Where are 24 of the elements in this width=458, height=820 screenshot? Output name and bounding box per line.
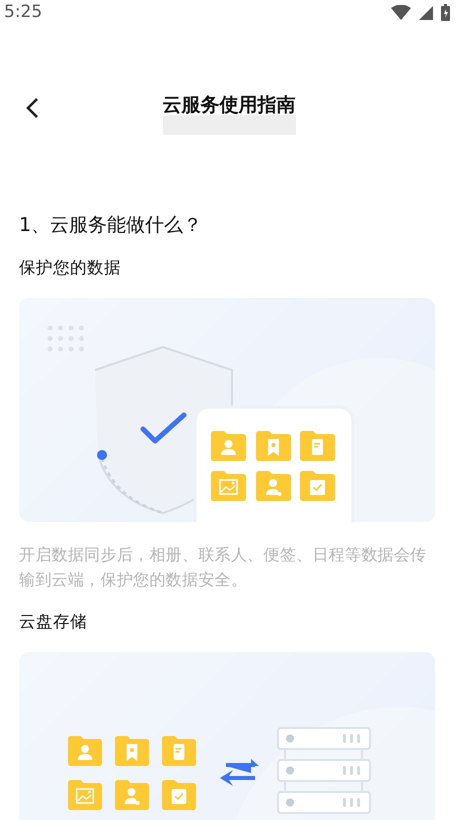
folder-icon: [115, 736, 149, 766]
folder-icon: [256, 471, 291, 501]
status-time: 5:25: [4, 0, 42, 24]
feature-description: 开启数据同步后，相册、联系人、便签、日程等数据会传输到云端，保护您的数据安全。: [19, 544, 428, 591]
checkmark-icon: [140, 412, 186, 444]
wifi-icon: [391, 5, 411, 20]
sync-arrows-icon: [220, 759, 259, 786]
dot-icon: [97, 450, 107, 460]
server-icon: [277, 727, 371, 814]
section-heading: 1、云服务能做什么？: [19, 213, 204, 238]
folder-icon: [68, 780, 102, 810]
folder-icon: [256, 431, 291, 461]
signal-icon: [419, 6, 433, 20]
folder-icon: [162, 736, 196, 766]
folder-icon: [162, 780, 196, 810]
folder-icon: [211, 471, 246, 501]
folder-icon: [300, 471, 335, 501]
battery-icon: [441, 4, 450, 21]
folder-icon: [211, 431, 246, 461]
feature-title: 云盘存储: [19, 611, 88, 633]
folder-icon: [115, 780, 149, 810]
feature-title: 保护您的数据: [19, 257, 122, 279]
folder-icon: [300, 431, 335, 461]
folder-icon: [68, 736, 102, 766]
